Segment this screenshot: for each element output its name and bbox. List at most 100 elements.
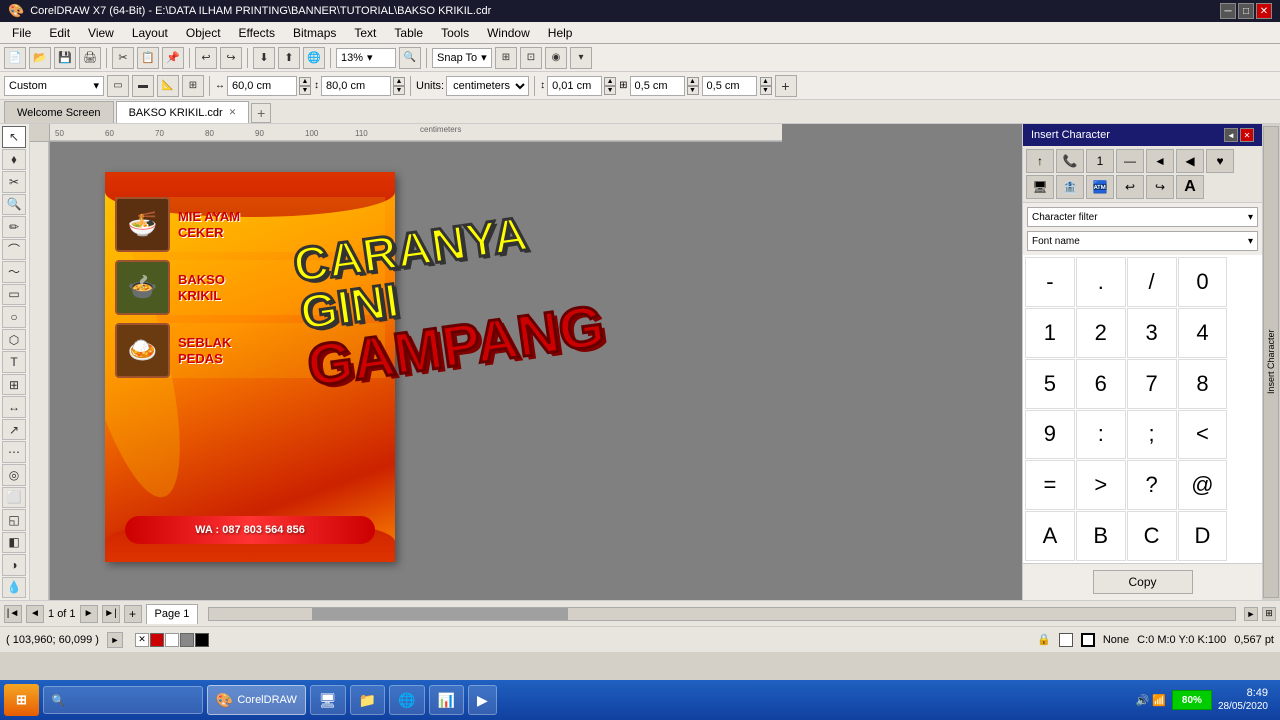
page-prev-button[interactable]: ◄ [26, 605, 44, 623]
char-cell-4[interactable]: 4 [1178, 308, 1228, 358]
panel-close-button[interactable]: ✕ [1240, 128, 1254, 142]
char-tb-dash[interactable]: — [1116, 149, 1144, 173]
tool-artistic[interactable]: 〜 [2, 261, 26, 283]
char-cell-5[interactable]: 5 [1025, 359, 1075, 409]
import-button[interactable]: ⬇ [253, 47, 275, 69]
dup-down[interactable]: ▼ [687, 86, 699, 95]
tool-connector[interactable]: ↗ [2, 419, 26, 441]
width-down[interactable]: ▼ [299, 86, 311, 95]
snap-option2[interactable]: ⊡ [520, 47, 542, 69]
zoom-dropdown[interactable]: 13% ▾ [336, 48, 396, 68]
nudge-up[interactable]: ▲ [604, 77, 616, 86]
height-down[interactable]: ▼ [393, 86, 405, 95]
tool-bezier[interactable]: ⌒ [2, 239, 26, 261]
close-button[interactable]: ✕ [1256, 3, 1272, 19]
char-cell-semicolon[interactable]: ; [1127, 410, 1177, 460]
copy-button[interactable]: 📋 [137, 47, 159, 69]
char-cell-gt[interactable]: > [1076, 460, 1126, 510]
search-taskbar[interactable]: 🔍 [43, 686, 203, 714]
char-cell-at[interactable]: @ [1178, 460, 1228, 510]
tool-contour[interactable]: ◎ [2, 464, 26, 486]
tool-select[interactable]: ↖ [2, 126, 26, 148]
preset-dropdown[interactable]: Custom ▾ [4, 76, 104, 96]
right-tab-insert-char[interactable]: Insert Character [1263, 126, 1279, 598]
tab-file[interactable]: BAKSO KRIKIL.cdr ✕ [116, 101, 250, 123]
char-cell-q[interactable]: ? [1127, 460, 1177, 510]
char-tb-heart[interactable]: ↑ [1026, 149, 1054, 173]
tool-rectangle[interactable]: ▭ [2, 284, 26, 306]
dup-up[interactable]: ▲ [687, 77, 699, 86]
tool-transparency[interactable]: ◑ [2, 554, 26, 576]
menu-view[interactable]: View [80, 24, 122, 42]
char-cell-C[interactable]: C [1127, 511, 1177, 561]
char-tb-atm[interactable]: 🏧 [1086, 175, 1114, 199]
horizontal-scrollbar[interactable] [208, 607, 1236, 621]
menu-help[interactable]: Help [540, 24, 581, 42]
char-cell-3[interactable]: 3 [1127, 308, 1177, 358]
height-up[interactable]: ▲ [393, 77, 405, 86]
tool-crop[interactable]: ✂ [2, 171, 26, 193]
open-button[interactable]: 📂 [29, 47, 51, 69]
nudge-input[interactable] [547, 76, 602, 96]
coords-arrow[interactable]: ► [107, 632, 123, 648]
undo-button[interactable]: ↩ [195, 47, 217, 69]
landscape-button[interactable]: ▬ [132, 75, 154, 97]
char-cell-8[interactable]: 8 [1178, 359, 1228, 409]
add-page-bottom-button[interactable]: + [124, 605, 142, 623]
minimize-button[interactable]: ─ [1220, 3, 1236, 19]
design-canvas[interactable]: 🍜 MIE AYAM CEKER 🍲 BAKSO KRIKIL 🍛 SEBLAK… [105, 172, 395, 562]
nudge-down[interactable]: ▼ [604, 86, 616, 95]
palette-red[interactable] [150, 633, 164, 647]
width-up[interactable]: ▲ [299, 77, 311, 86]
page-tab[interactable]: Page 1 [146, 604, 199, 624]
menu-tools[interactable]: Tools [433, 24, 477, 42]
menu-text[interactable]: Text [346, 24, 384, 42]
char-cell-colon[interactable]: : [1076, 410, 1126, 460]
snap-option3[interactable]: ◉ [545, 47, 567, 69]
bleed-button[interactable]: ⊞ [182, 75, 204, 97]
char-tb-phone[interactable]: 📞 [1056, 149, 1084, 173]
char-cell-lt[interactable]: < [1178, 410, 1228, 460]
taskbar-video[interactable]: ▶ [468, 685, 497, 715]
canvas-area[interactable]: 50 60 70 80 90 100 110 centimeters [30, 124, 1022, 600]
start-button[interactable]: ⊞ [4, 684, 39, 716]
tool-extrude[interactable]: ◱ [2, 509, 26, 531]
taskbar-coreldraw[interactable]: 🎨 CorelDRAW [207, 685, 306, 715]
zoom-in-button[interactable]: 🔍 [399, 47, 421, 69]
char-cell-B[interactable]: B [1076, 511, 1126, 561]
char-cell-7[interactable]: 7 [1127, 359, 1177, 409]
page-last-button[interactable]: ►| [102, 605, 120, 623]
taskbar-app2[interactable]: 🖥 [310, 685, 346, 715]
char-cell-minus[interactable]: - [1025, 257, 1075, 307]
height-input[interactable] [321, 76, 391, 96]
nudge2-input[interactable] [702, 76, 757, 96]
palette-x[interactable]: ✕ [135, 633, 149, 647]
taskbar-app3[interactable]: 📁 [350, 685, 385, 715]
palette-gray[interactable] [180, 633, 194, 647]
redo-button[interactable]: ↪ [220, 47, 242, 69]
save-button[interactable]: 💾 [54, 47, 76, 69]
scroll-right-button[interactable]: ► [1244, 607, 1258, 621]
tool-zoom[interactable]: 🔍 [2, 194, 26, 216]
canvas-white[interactable]: 🍜 MIE AYAM CEKER 🍲 BAKSO KRIKIL 🍛 SEBLAK… [50, 142, 1022, 600]
portrait-button[interactable]: ▭ [107, 75, 129, 97]
tool-text[interactable]: T [2, 351, 26, 373]
zoom-fit-button[interactable]: ⊞ [1262, 607, 1276, 621]
char-cell-6[interactable]: 6 [1076, 359, 1126, 409]
tool-shadow[interactable]: ◧ [2, 532, 26, 554]
menu-effects[interactable]: Effects [231, 24, 283, 42]
char-tb-return2[interactable]: ↪ [1146, 175, 1174, 199]
tab-welcome[interactable]: Welcome Screen [4, 101, 114, 123]
snap-dropdown[interactable]: Snap To ▾ [432, 48, 492, 68]
tool-ellipse[interactable]: ○ [2, 306, 26, 328]
char-cell-A[interactable]: A [1025, 511, 1075, 561]
tool-envelope[interactable]: ⬜ [2, 487, 26, 509]
panel-back-button[interactable]: ◄ [1224, 128, 1238, 142]
menu-bitmaps[interactable]: Bitmaps [285, 24, 344, 42]
export-button[interactable]: ⬆ [278, 47, 300, 69]
char-cell-eq[interactable]: = [1025, 460, 1075, 510]
page-first-button[interactable]: |◄ [4, 605, 22, 623]
char-tb-arrow-left[interactable]: ◄ [1146, 149, 1174, 173]
units-select[interactable]: centimeters inches millimeters [446, 76, 529, 96]
scroll-thumb[interactable] [312, 608, 568, 620]
